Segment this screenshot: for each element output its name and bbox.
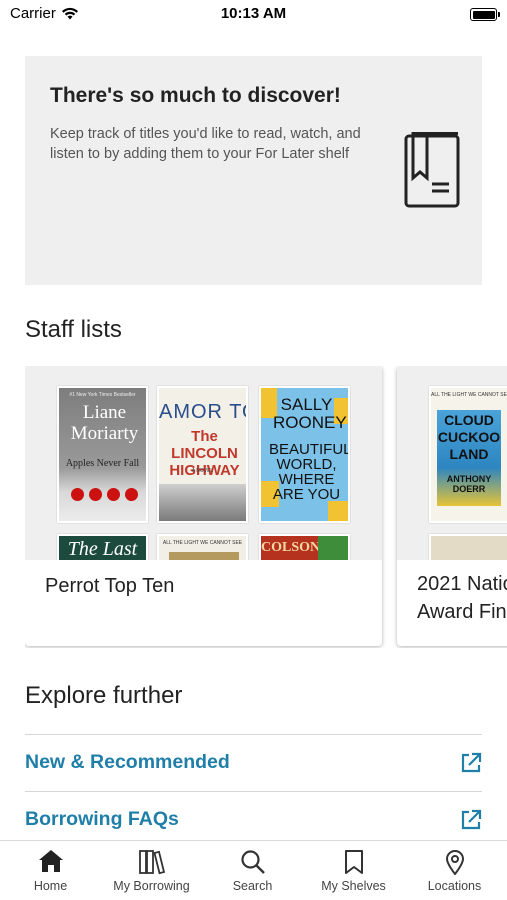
tab-label: My Borrowing xyxy=(113,879,190,893)
bottom-tab-bar: Home My Borrowing Search My Shelves Loca… xyxy=(0,840,507,900)
cover-tagline: A NOVEL xyxy=(191,468,214,474)
cover-author: SALLY ROONEY xyxy=(273,395,347,432)
book-icon xyxy=(404,132,460,208)
cover-title: CLOUD CUCKOO LAND xyxy=(437,412,501,462)
tab-label: Search xyxy=(232,879,273,893)
staff-list-card[interactable]: ALL THE LIGHT WE CANNOT SEE CLOUD CUCKOO… xyxy=(397,366,507,646)
battery-icon xyxy=(470,8,500,21)
tab-label: My Shelves xyxy=(321,879,386,893)
staff-list-title-line: Award Finalists xyxy=(417,601,507,623)
external-link-icon xyxy=(461,752,482,773)
cover-tagline: ALL THE LIGHT WE CANNOT SEE xyxy=(431,392,507,398)
tab-search[interactable]: Search xyxy=(202,841,303,900)
tab-home[interactable]: Home xyxy=(0,841,101,900)
tab-my-borrowing[interactable]: My Borrowing xyxy=(101,841,202,900)
cover-tagline: #1 New York Times Bestseller xyxy=(69,392,136,398)
status-time: 10:13 AM xyxy=(220,5,287,22)
cover-author: ANTHONY DOERR xyxy=(446,474,492,494)
cover-author: Liane Moriarty xyxy=(70,402,139,444)
link-label: New & Recommended xyxy=(25,751,230,773)
staff-list-title-line: 2021 National Book xyxy=(417,573,507,595)
book-cover: The Last xyxy=(57,534,148,560)
location-pin-icon xyxy=(445,850,464,875)
tab-label: Locations xyxy=(427,879,482,893)
book-cover: ALL THE LIGHT WE CANNOT SEE CLOUD CUCKOO… xyxy=(429,386,507,523)
cover-author: AMOR TOWLES xyxy=(159,401,246,423)
book-cover: COLSON xyxy=(259,534,350,560)
home-icon xyxy=(38,850,63,872)
book-cover: SALLY ROONEY BEAUTIFUL WORLD, WHERE ARE … xyxy=(259,386,350,523)
cover-collage: ALL THE LIGHT WE CANNOT SEE CLOUD CUCKOO… xyxy=(397,366,507,560)
books-icon xyxy=(138,850,165,875)
new-recommended-link[interactable]: New & Recommended xyxy=(25,734,482,791)
book-cover: #1 New York Times Bestseller Liane Moria… xyxy=(57,386,148,523)
tab-my-shelves[interactable]: My Shelves xyxy=(303,841,404,900)
search-icon xyxy=(240,850,265,874)
staff-list-card[interactable]: #1 New York Times Bestseller Liane Moria… xyxy=(25,366,382,646)
explore-heading: Explore further xyxy=(25,682,183,709)
staff-lists-heading: Staff lists xyxy=(25,316,122,343)
cover-collage: #1 New York Times Bestseller Liane Moria… xyxy=(25,366,382,560)
cover-title: Apples Never Fall xyxy=(65,458,140,469)
cover-title: BEAUTIFUL WORLD, WHERE ARE YOU xyxy=(269,441,350,503)
external-link-icon xyxy=(461,809,482,830)
bookmark-icon xyxy=(344,850,363,874)
staff-lists-carousel[interactable]: #1 New York Times Bestseller Liane Moria… xyxy=(25,366,507,648)
staff-list-title: 2021 National Book Award Finalists xyxy=(417,570,507,626)
promo-text: Keep track of titles you'd like to read,… xyxy=(50,126,361,162)
tab-label: Home xyxy=(33,879,68,893)
book-cover: ALL THE LIGHT WE CANNOT SEE xyxy=(157,534,248,560)
cover-title: The Last xyxy=(67,538,138,560)
cover-author: COLSON xyxy=(261,540,321,555)
status-bar: Carrier 10:13 AM xyxy=(0,0,507,30)
book-cover xyxy=(429,534,507,560)
tab-locations[interactable]: Locations xyxy=(404,841,505,900)
link-label: Borrowing FAQs xyxy=(25,808,179,830)
staff-list-title: Perrot Top Ten xyxy=(45,575,175,597)
cover-title: ALL THE LIGHT WE CANNOT SEE xyxy=(162,540,243,546)
for-later-promo: There's so much to discover! Keep track … xyxy=(25,56,482,285)
promo-title: There's so much to discover! xyxy=(50,84,341,107)
book-cover: AMOR TOWLES The LINCOLN HIGHWAY A NOVEL xyxy=(157,386,248,523)
